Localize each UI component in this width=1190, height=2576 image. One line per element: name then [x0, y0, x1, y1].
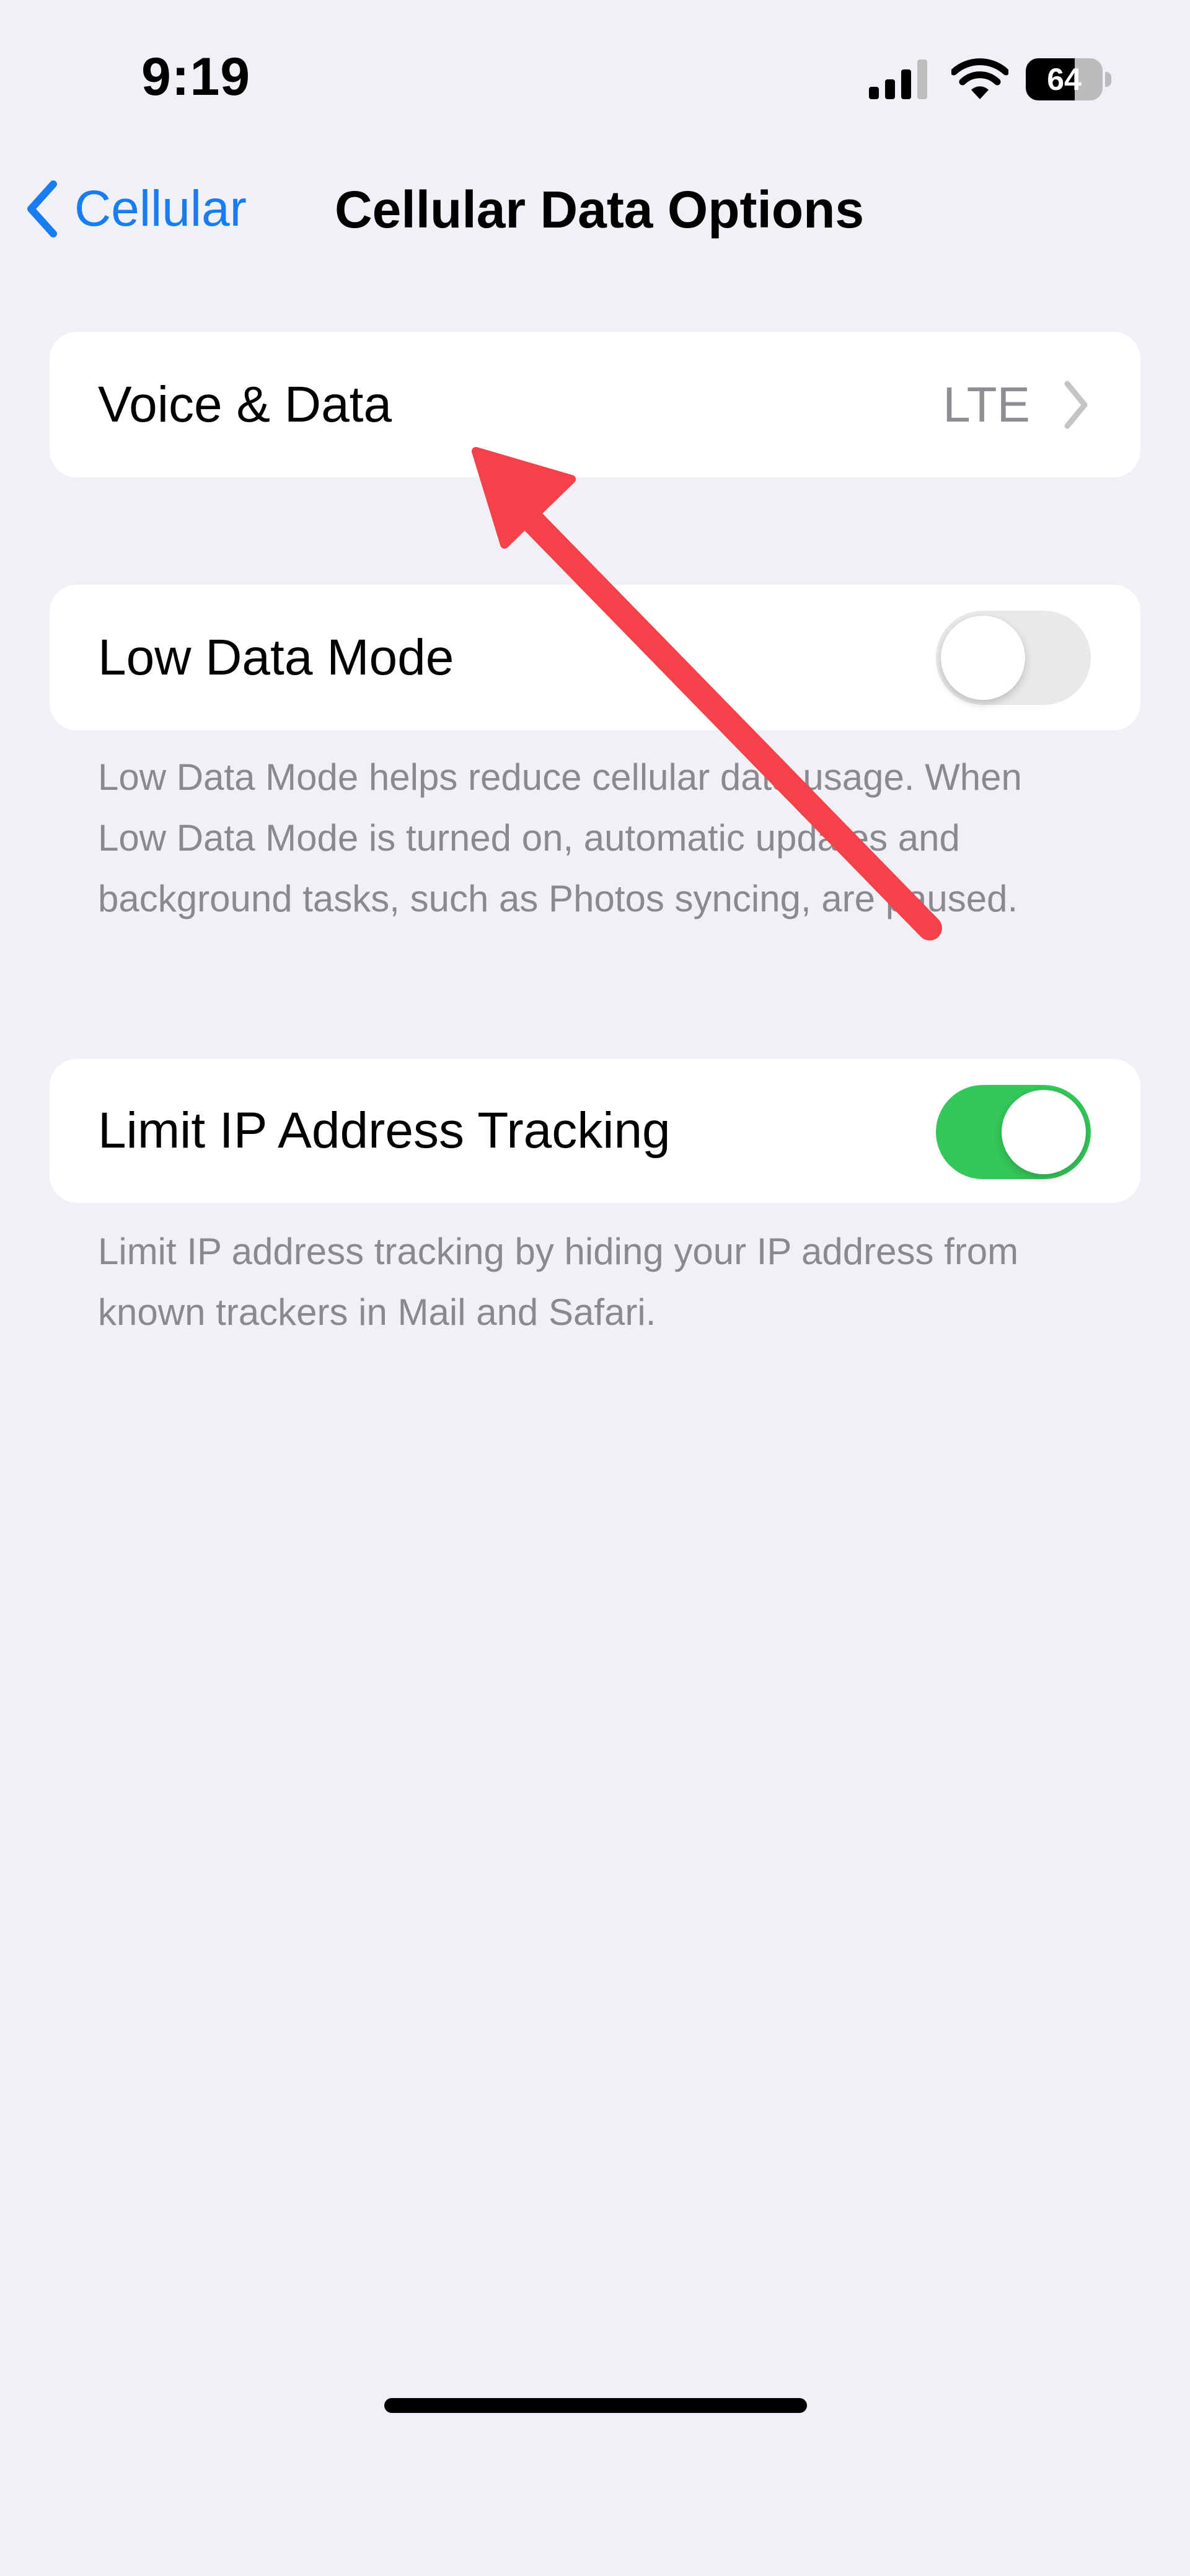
chevron-right-icon: [1064, 381, 1088, 429]
battery-icon: 64: [1026, 58, 1113, 100]
limit-ip-tracking-row: Limit IP Address Tracking: [50, 1059, 1140, 1203]
voice-data-row[interactable]: Voice & Data LTE: [50, 332, 1140, 477]
back-button-label: Cellular: [74, 180, 247, 237]
low-data-mode-footnote: Low Data Mode helps reduce cellular data…: [98, 756, 1022, 919]
voice-data-label: Voice & Data: [98, 376, 392, 433]
limit-ip-tracking-label: Limit IP Address Tracking: [98, 1102, 671, 1159]
voice-data-value: LTE: [943, 376, 1030, 432]
page-title: Cellular Data Options: [335, 180, 865, 239]
wifi-icon: [951, 58, 1008, 99]
low-data-mode-row: Low Data Mode: [50, 585, 1140, 730]
home-indicator: [384, 2398, 807, 2413]
toggle-knob: [1002, 1090, 1086, 1174]
status-time: 9:19: [141, 47, 251, 107]
low-data-mode-label: Low Data Mode: [98, 629, 454, 686]
back-button[interactable]: Cellular: [25, 175, 247, 243]
chevron-left-icon: [27, 180, 57, 237]
battery-level: 64: [1047, 62, 1082, 97]
limit-ip-tracking-toggle[interactable]: [936, 1085, 1091, 1179]
limit-ip-tracking-footnote: Limit IP address tracking by hiding your…: [98, 1231, 1019, 1333]
cellular-signal-icon: [869, 60, 927, 99]
toggle-knob: [941, 616, 1025, 700]
low-data-mode-toggle[interactable]: [936, 611, 1091, 705]
